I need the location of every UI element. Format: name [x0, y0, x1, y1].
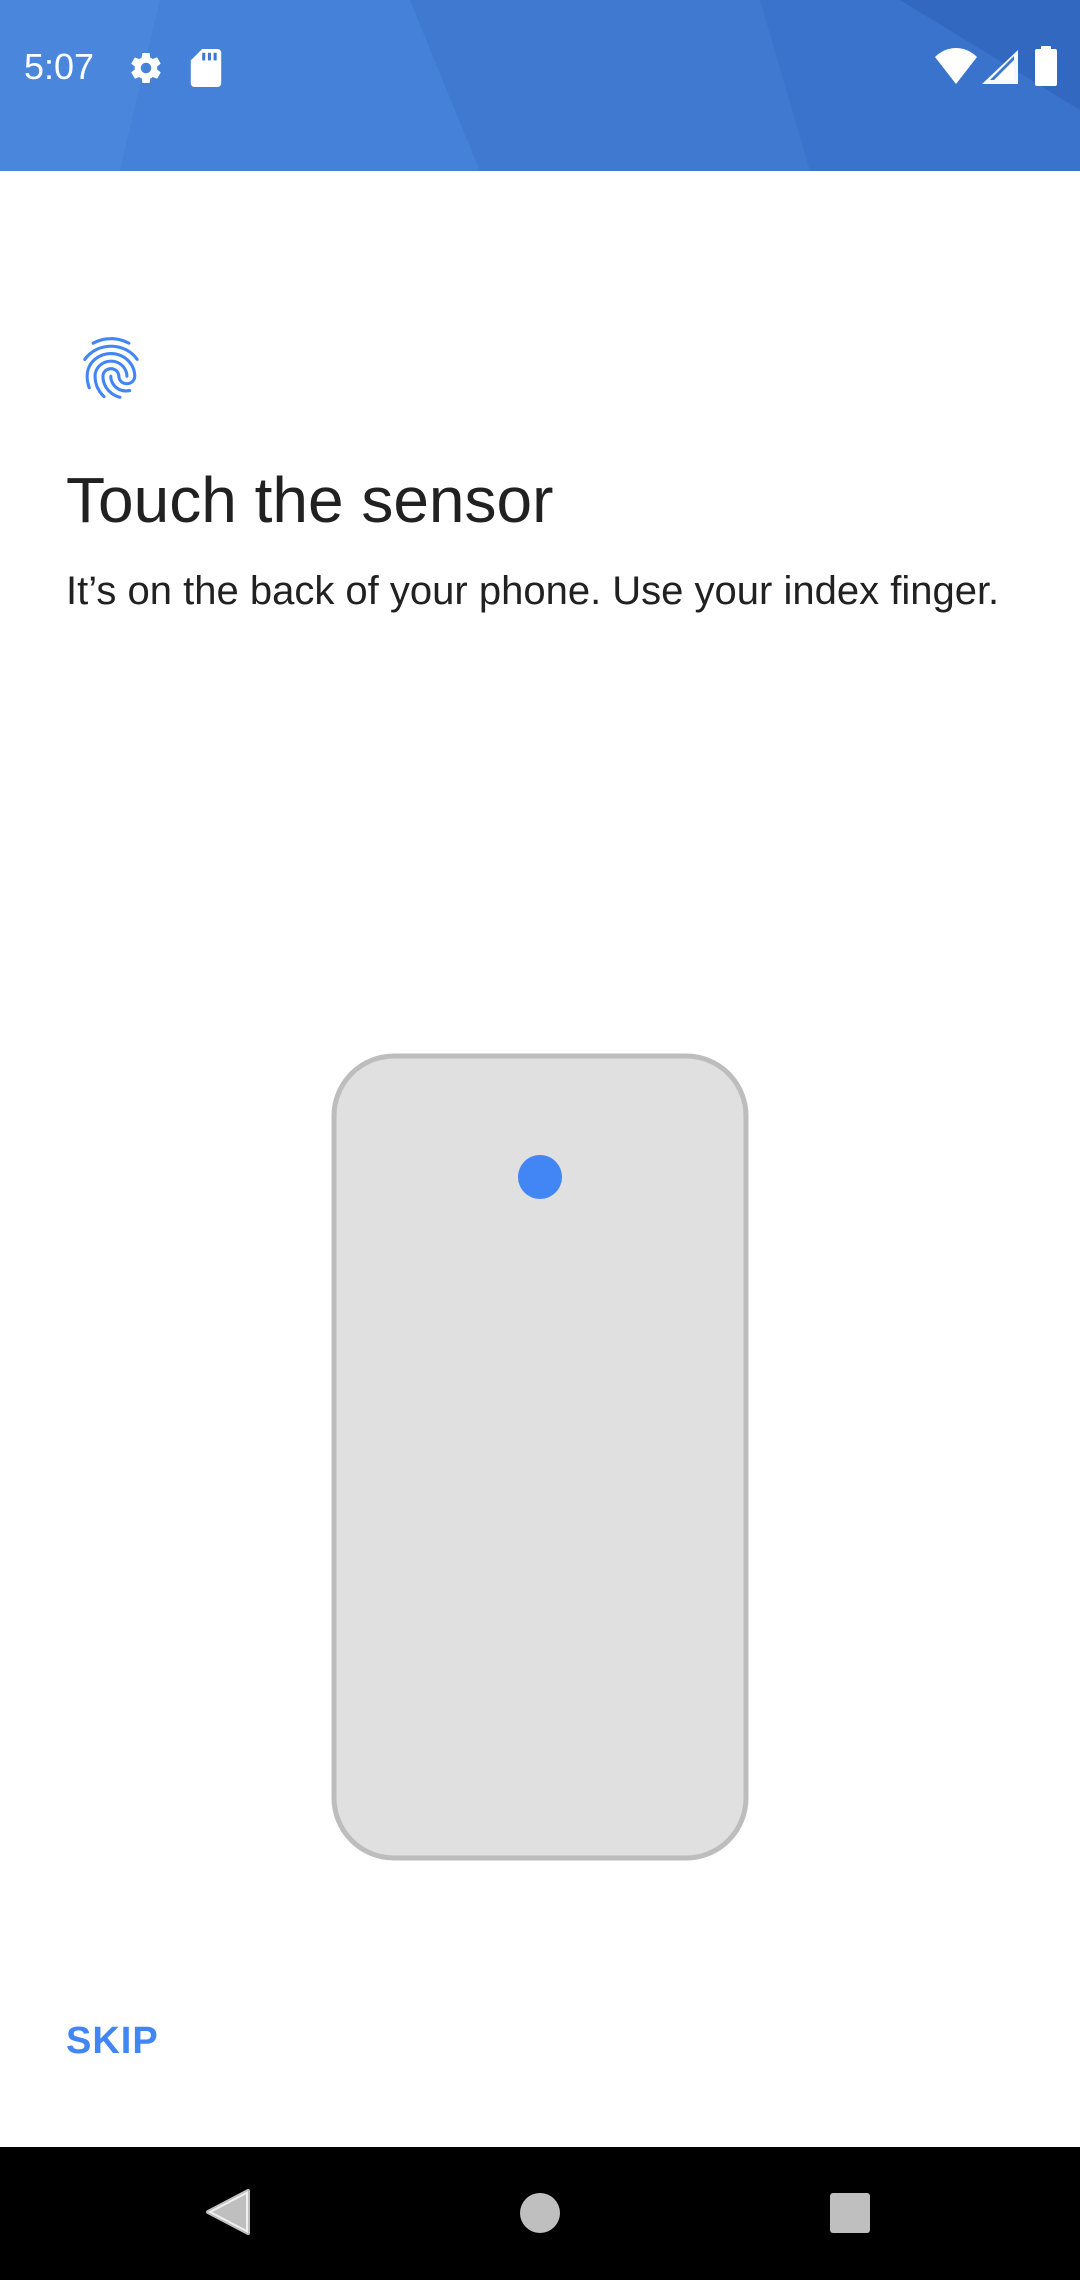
phone-back-illustration	[331, 1053, 749, 1861]
settings-icon	[131, 53, 161, 84]
home-icon[interactable]	[518, 2191, 562, 2235]
cell-signal-icon	[982, 50, 1018, 84]
fingerprint-icon	[83, 337, 139, 399]
status-time: 5:07	[24, 46, 95, 87]
back-icon[interactable]	[204, 2187, 250, 2237]
page-title: Touch the sensor	[66, 464, 554, 536]
sd-card-icon	[190, 49, 222, 87]
recents-icon[interactable]	[829, 2192, 871, 2234]
fingerprint-sensor-dot	[518, 1155, 562, 1199]
skip-button[interactable]: SKIP	[66, 2020, 159, 2063]
page-description: It’s on the back of your phone. Use your…	[66, 569, 1000, 613]
wifi-icon	[935, 48, 977, 84]
battery-icon	[1035, 46, 1057, 86]
status-bar: 5:07	[0, 0, 1080, 171]
navigation-bar	[0, 2147, 1080, 2280]
